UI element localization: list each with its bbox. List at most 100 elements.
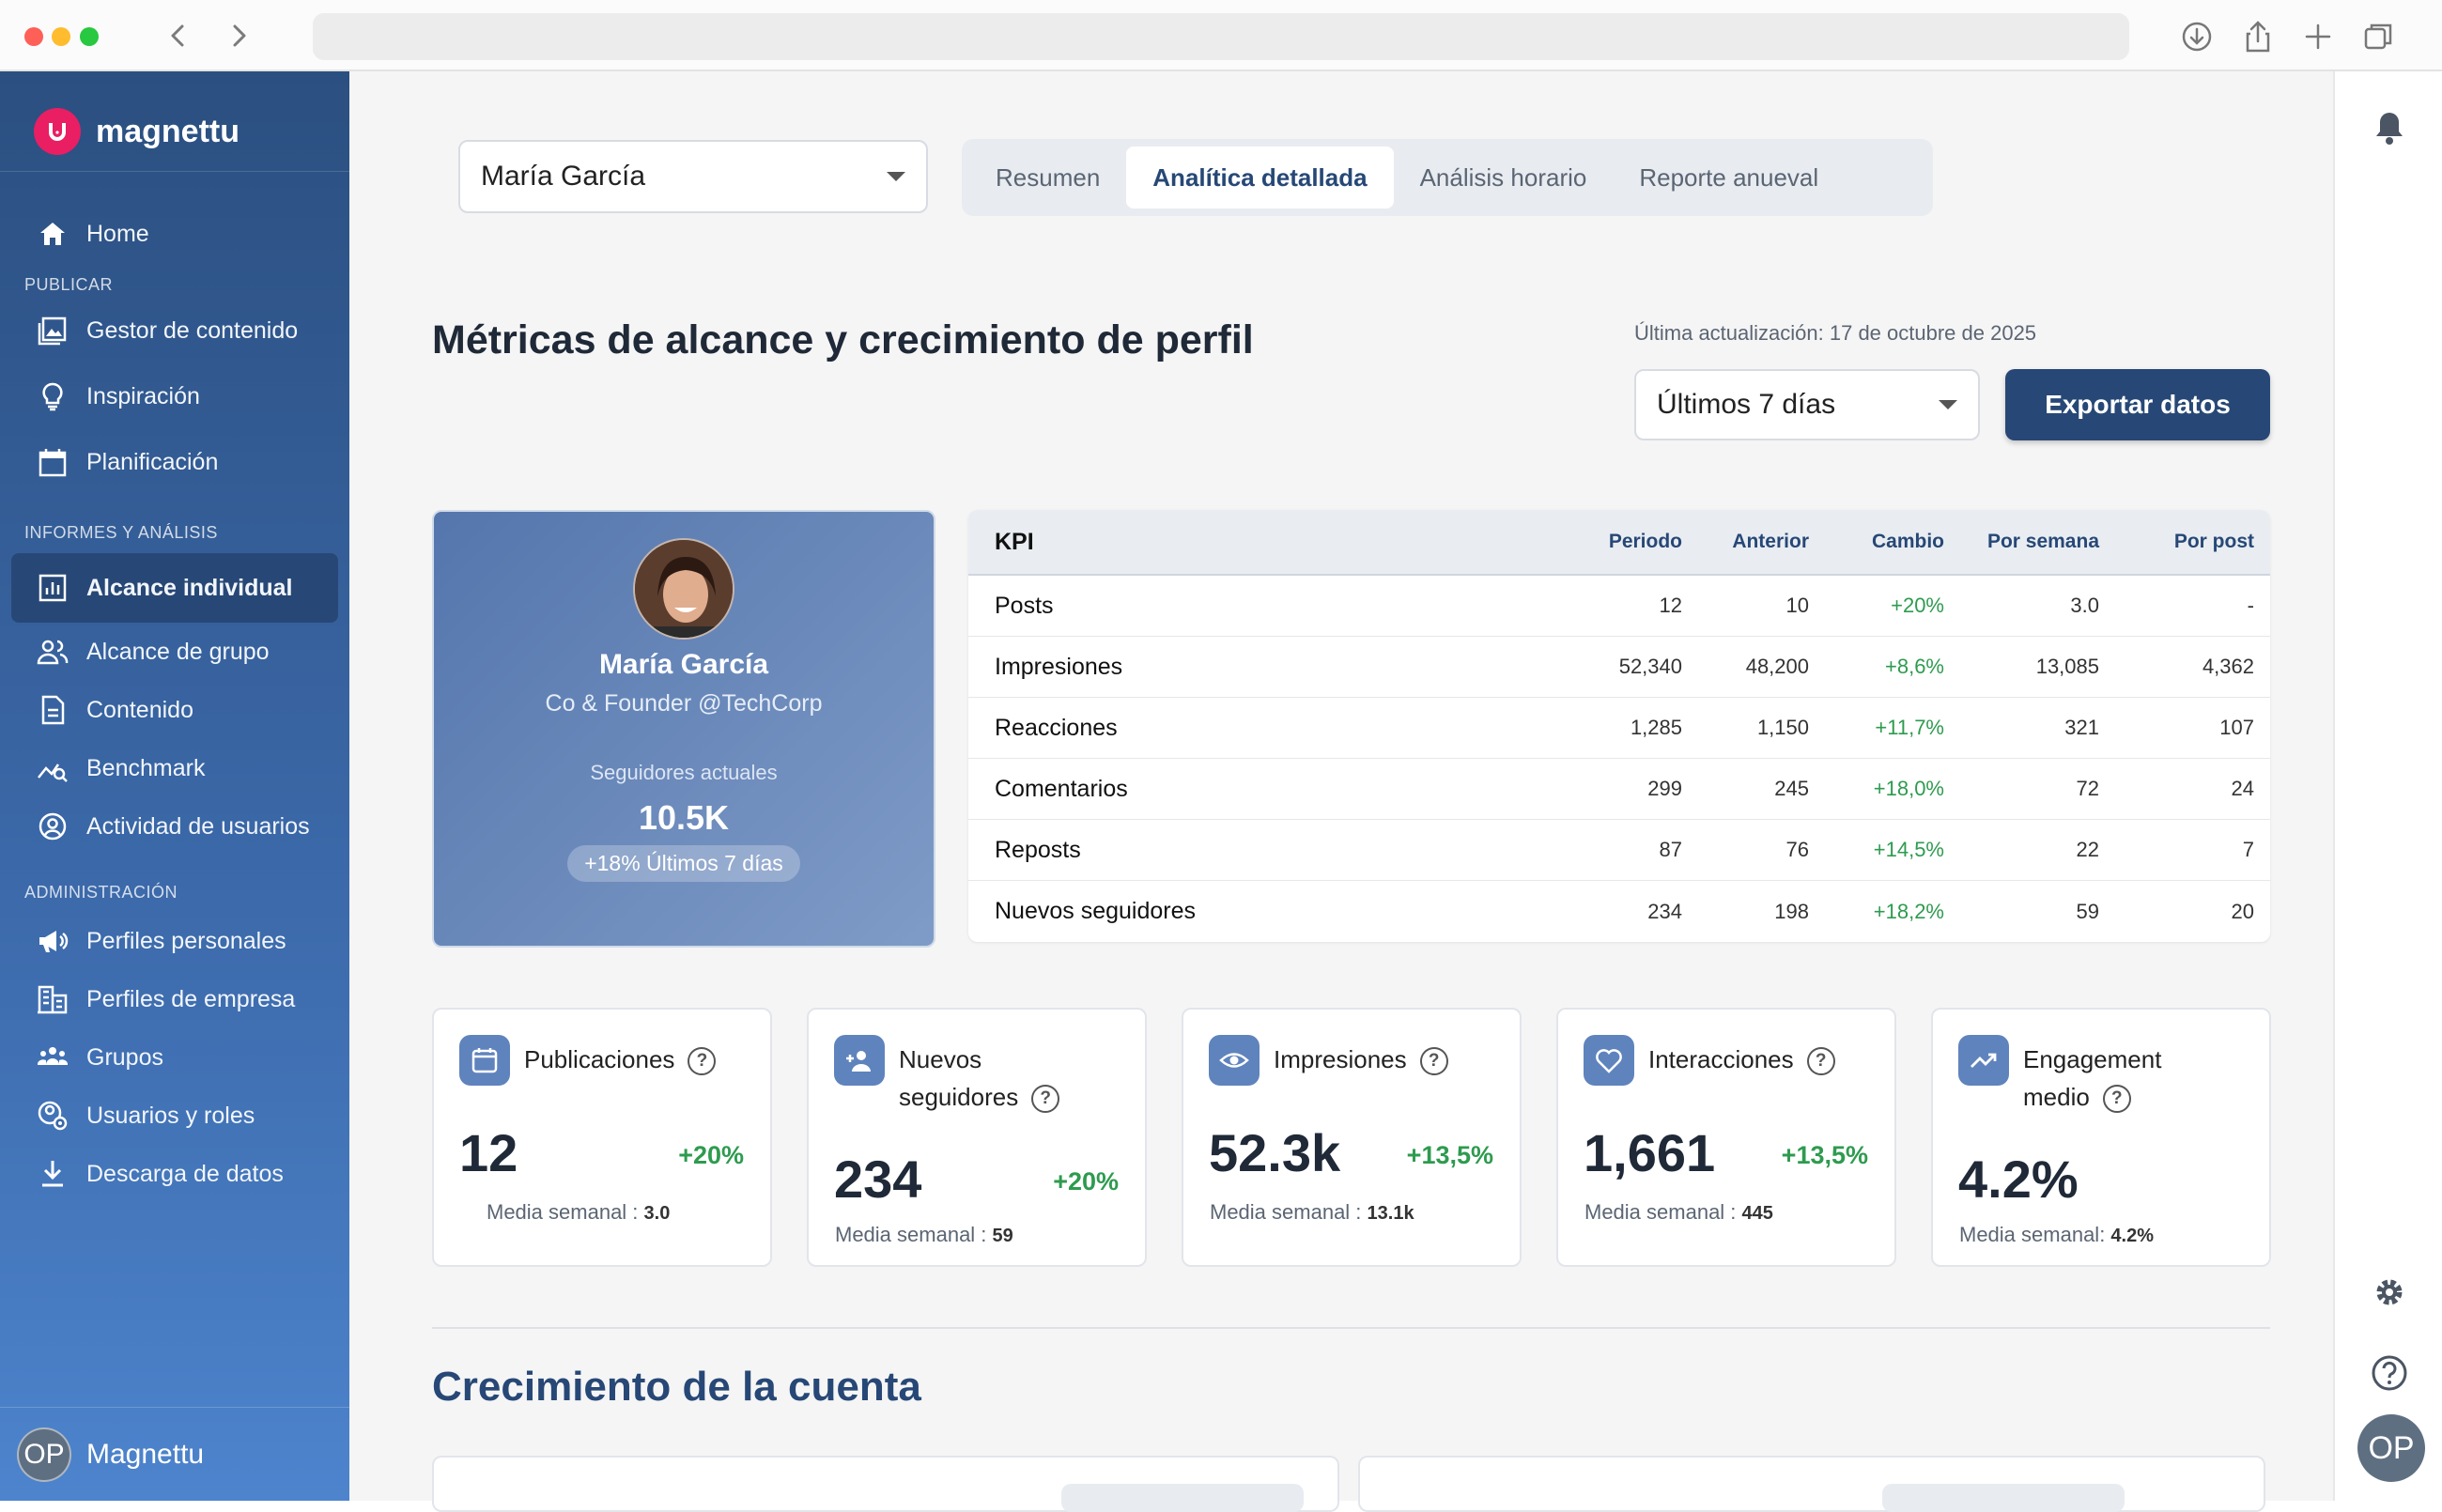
period-select[interactable]: Últimos 7 días <box>1634 369 1980 440</box>
tab-analisis-horario[interactable]: Análisis horario <box>1394 147 1614 208</box>
new-tab-icon[interactable] <box>2300 19 2336 54</box>
sidebar-item-label: Grupos <box>86 1043 163 1071</box>
tab-overview-icon[interactable] <box>2360 19 2396 54</box>
sidebar-item-label: Perfiles personales <box>86 927 286 954</box>
calendar-icon <box>39 449 67 477</box>
chevron-down-icon <box>1939 400 1957 409</box>
share-icon[interactable] <box>2240 19 2276 54</box>
kpi-por-semana: 13,085 <box>2035 655 2099 678</box>
tab-resumen[interactable]: Resumen <box>969 147 1126 208</box>
sidebar-item-label: Perfiles de empresa <box>86 985 296 1012</box>
sidebar-item-benchmark[interactable]: Benchmark <box>11 739 338 797</box>
help-icon[interactable]: ? <box>688 1047 717 1076</box>
metric-label: Publicaciones? <box>524 1041 759 1078</box>
help-icon[interactable]: ? <box>1419 1047 1448 1076</box>
kpi-por-semana: 59 <box>2076 899 2099 923</box>
add-user-icon <box>834 1035 885 1086</box>
sidebar-user[interactable]: OP Magnettu <box>0 1407 349 1501</box>
metric-change: +13,5% <box>1781 1141 1868 1169</box>
help-icon[interactable]: ? <box>1806 1047 1835 1076</box>
kpi-anterior: 48,200 <box>1745 655 1809 678</box>
kpi-anterior: 1,150 <box>1756 716 1809 739</box>
view-tabs: Resumen Analítica detallada Análisis hor… <box>962 139 1933 216</box>
maximize-window-button[interactable] <box>80 27 99 46</box>
sidebar-item-grupos[interactable]: Grupos <box>11 1028 338 1087</box>
profile-select[interactable]: María García <box>458 140 928 213</box>
sidebar-item-home[interactable]: Home <box>11 205 338 263</box>
metric-change: +13,5% <box>1406 1141 1493 1169</box>
avatar <box>633 538 734 640</box>
growth-panel-right-tabs[interactable] <box>1882 1484 2125 1512</box>
table-row: Reposts 87 76 +14,5% 22 7 <box>968 820 2270 881</box>
metric-weekly-average: Media semanal : 13.1k <box>1210 1200 1414 1224</box>
help-icon[interactable] <box>2369 1352 2410 1394</box>
sidebar-item-contenido[interactable]: Contenido <box>11 681 338 739</box>
download-icon[interactable] <box>2179 19 2215 54</box>
benchmark-icon <box>38 764 68 782</box>
kpi-anterior: 10 <box>1785 594 1809 617</box>
metric-label: Impresiones? <box>1274 1041 1508 1078</box>
kpi-por-post: 4,362 <box>2202 655 2254 678</box>
header-por-post: Por post <box>2173 531 2254 552</box>
building-icon <box>38 985 68 1014</box>
kpi-name: Reposts <box>995 836 1081 863</box>
address-bar[interactable] <box>313 13 2129 60</box>
tab-reporte-anual[interactable]: Reporte anueval <box>1613 147 1845 208</box>
back-icon[interactable] <box>160 17 197 54</box>
user-avatar[interactable]: OP <box>2357 1414 2425 1482</box>
brand-logo[interactable]: magnettu <box>34 98 240 165</box>
sidebar-item-perfiles-empresa[interactable]: Perfiles de empresa <box>11 970 338 1028</box>
sidebar-item-alcance-individual[interactable]: Alcance individual <box>11 553 338 623</box>
lightbulb-icon <box>42 382 63 411</box>
sidebar-item-label: Inspiración <box>86 382 200 409</box>
sidebar-item-usuarios-roles[interactable]: Usuarios y roles <box>11 1087 338 1145</box>
metric-value: 234 <box>834 1149 922 1209</box>
sidebar-item-gestor-contenido[interactable]: Gestor de contenido <box>11 301 338 360</box>
metric-weekly-average: Media semanal: 4.2% <box>1959 1223 2155 1246</box>
workspace-name: Magnettu <box>86 1438 205 1470</box>
brand-divider <box>0 171 349 172</box>
metric-weekly-average: Media semanal : 59 <box>835 1223 1013 1246</box>
help-icon[interactable]: ? <box>2102 1085 2131 1114</box>
group-icon <box>37 1047 69 1065</box>
growth-panel-right <box>1358 1456 2265 1512</box>
profile-select-value: María García <box>481 161 646 192</box>
kpi-cambio: +8,6% <box>1885 655 1944 678</box>
export-button[interactable]: Exportar datos <box>2005 369 2270 440</box>
metric-card-impresiones: Impresiones? 52.3k +13,5% Media semanal : 1… <box>1182 1008 1522 1267</box>
kpi-table-header: KPI Periodo Anterior Cambio Por semana P… <box>968 510 2270 576</box>
table-row: Posts 12 10 +20% 3.0 - <box>968 576 2270 637</box>
kpi-periodo: 87 <box>1659 838 1682 861</box>
kpi-name: Impresiones <box>995 653 1123 680</box>
sidebar-item-inspiracion[interactable]: Inspiración <box>11 367 338 425</box>
kpi-cambio: +20% <box>1891 594 1944 617</box>
trending-up-icon <box>1958 1035 2009 1086</box>
chevron-down-icon <box>887 172 905 181</box>
forward-icon[interactable] <box>220 17 257 54</box>
brand-name: magnettu <box>96 113 240 149</box>
header-periodo: Periodo <box>1608 531 1682 552</box>
sidebar-item-perfiles-personales[interactable]: Perfiles personales <box>11 912 338 970</box>
sidebar-item-descarga-datos[interactable]: Descarga de datos <box>11 1145 338 1203</box>
close-window-button[interactable] <box>24 27 43 46</box>
metric-card-publicaciones: Publicaciones? 12 +20% Media semanal : 3.0 <box>432 1008 772 1267</box>
heart-icon <box>1584 1035 1634 1086</box>
header-cambio: Cambio <box>1871 531 1944 552</box>
sidebar-item-label: Descarga de datos <box>86 1160 284 1187</box>
tab-analitica-detallada[interactable]: Analítica detallada <box>1126 147 1394 208</box>
notification-bell-icon[interactable] <box>2369 107 2410 148</box>
section-divider <box>432 1327 2270 1329</box>
kpi-periodo: 12 <box>1659 594 1682 617</box>
sidebar-item-actividad-usuarios[interactable]: Actividad de usuarios <box>11 797 338 856</box>
sidebar-item-planificacion[interactable]: Planificación <box>11 433 338 491</box>
growth-panel-left-tabs[interactable] <box>1061 1484 1304 1512</box>
gear-icon[interactable] <box>2369 1272 2410 1313</box>
minimize-window-button[interactable] <box>52 27 70 46</box>
metric-value: 52.3k <box>1209 1123 1341 1182</box>
sidebar-item-label: Alcance individual <box>86 574 293 601</box>
help-icon[interactable]: ? <box>1031 1085 1060 1114</box>
sidebar-item-alcance-grupo[interactable]: Alcance de grupo <box>11 623 338 681</box>
kpi-por-semana: 22 <box>2076 838 2099 861</box>
section-publicar: PUBLICAR <box>24 275 114 294</box>
kpi-name: Reacciones <box>995 714 1118 741</box>
